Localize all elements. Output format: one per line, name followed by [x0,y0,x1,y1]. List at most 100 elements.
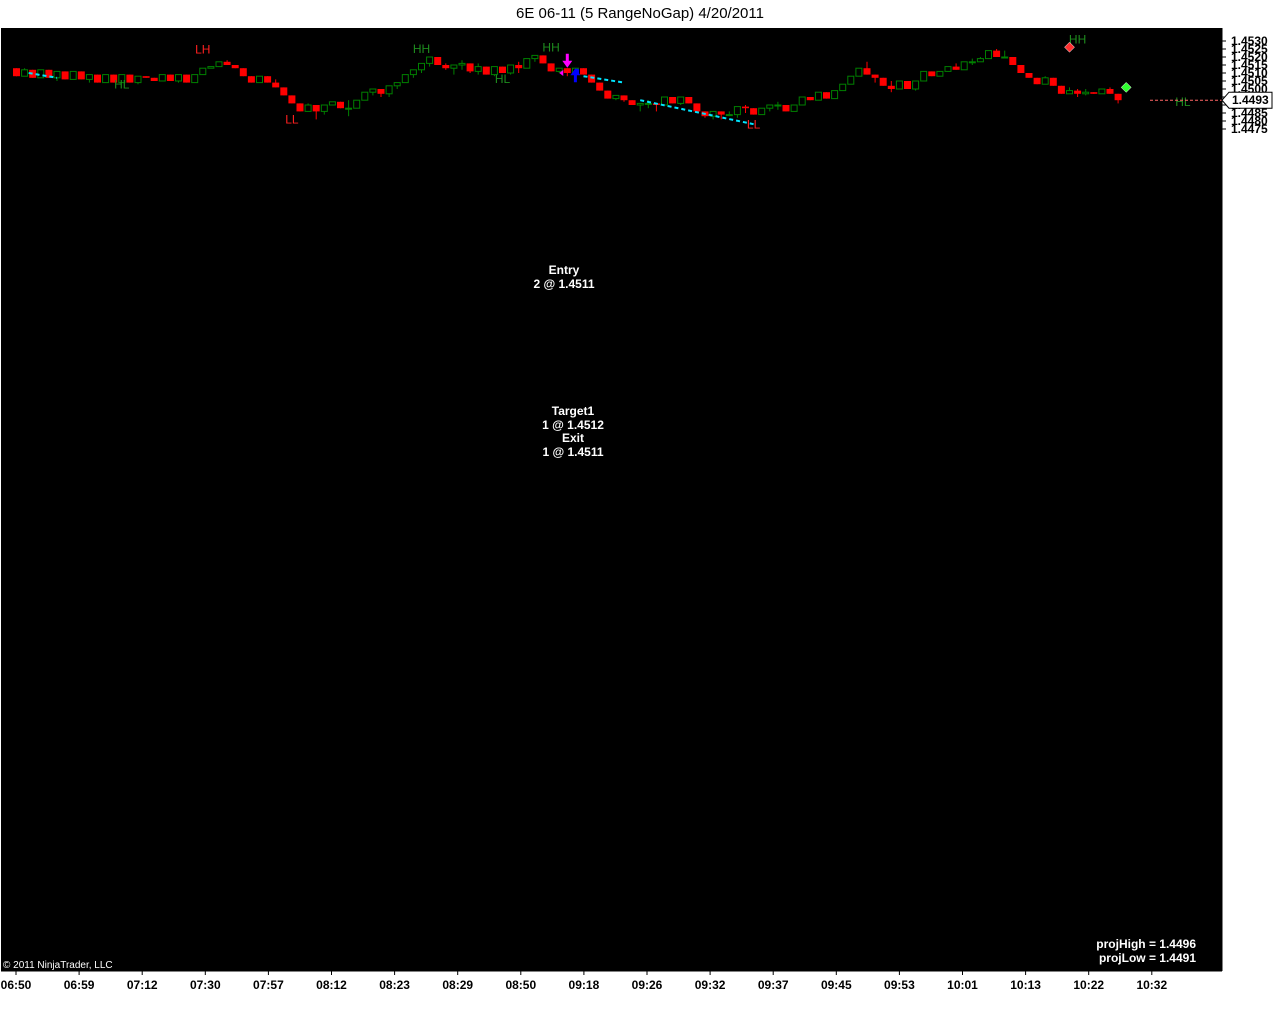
plot-area[interactable] [1,28,1222,971]
candle[interactable] [1009,57,1017,65]
candle[interactable] [928,71,936,77]
candle[interactable] [628,100,636,105]
candle[interactable] [150,77,158,81]
candle[interactable] [1090,92,1098,94]
candle[interactable] [823,92,830,99]
candle[interactable] [944,66,952,72]
candle-body [409,69,417,76]
candle-body [94,74,101,83]
swing-label: HH [413,42,430,56]
candle[interactable] [1049,77,1057,86]
candle[interactable] [750,108,758,115]
candle[interactable] [102,74,110,84]
candle[interactable] [661,96,668,106]
swing-label: HL [114,78,130,92]
candle[interactable] [547,63,555,72]
candle[interactable] [183,74,191,83]
candle[interactable] [847,75,855,85]
candle[interactable] [669,97,677,104]
candle-body [936,70,944,77]
candle[interactable] [790,104,798,112]
candle[interactable] [77,71,85,80]
candle[interactable] [256,75,263,84]
candle[interactable] [539,55,547,64]
candle-body [1049,77,1057,86]
candle[interactable] [831,90,839,100]
candle[interactable] [247,76,255,83]
candle-body [806,97,814,101]
candle[interactable] [401,74,409,84]
candle[interactable] [61,71,69,80]
candle[interactable] [904,81,911,89]
candle[interactable] [782,105,790,112]
candle[interactable] [798,96,806,106]
candle[interactable] [596,82,604,91]
candle[interactable] [912,80,920,91]
x-tick-label: 09:26 [632,978,663,992]
proj-high-label: projHigh = 1.4496 [1096,937,1196,951]
candle[interactable] [337,101,344,109]
candle[interactable] [94,74,101,83]
candle-body [482,66,490,75]
candle[interactable] [353,99,361,109]
candle[interactable] [166,74,174,81]
candle-body [1106,89,1114,94]
candle[interactable] [1033,77,1041,85]
candle[interactable] [21,68,29,77]
candle-body [693,103,701,112]
candle[interactable] [814,91,822,101]
candle[interactable] [604,90,612,99]
candle[interactable] [482,66,490,75]
candle[interactable] [693,103,701,112]
candle[interactable] [434,57,442,65]
candle[interactable] [134,75,142,85]
candle[interactable] [142,76,150,78]
price-chart[interactable]: LHHLLLHH HHHLLLHHHL 1.45301.45251.45201.4… [0,27,1280,1021]
candle[interactable] [207,66,215,69]
candle[interactable] [175,74,182,83]
candle[interactable] [985,50,992,60]
candle[interactable] [1025,73,1033,78]
candle[interactable] [231,65,239,69]
candle[interactable] [895,80,903,90]
x-tick-label: 09:45 [821,978,852,992]
candle-body [944,66,952,72]
candle[interactable] [1057,85,1065,94]
candle[interactable] [523,58,531,69]
candle[interactable] [191,74,199,84]
candle[interactable] [806,97,814,101]
candle-body [150,77,158,81]
candle[interactable] [879,77,887,86]
candle-body [831,90,839,100]
candle[interactable] [199,67,207,76]
candle[interactable] [304,103,312,112]
candle[interactable] [1017,65,1025,73]
candle[interactable] [13,68,20,77]
candle[interactable] [960,61,968,71]
candle[interactable] [296,103,304,112]
candle[interactable] [839,83,847,92]
candle-body [134,75,142,84]
candle-body [239,68,247,77]
candle[interactable] [239,68,247,77]
candle[interactable] [264,76,272,83]
candle[interactable] [361,91,369,101]
x-tick-label: 09:18 [569,978,600,992]
candle[interactable] [677,96,685,105]
swing-label: HL [1175,95,1191,109]
candle[interactable] [1098,88,1106,95]
candle[interactable] [280,87,288,96]
candle[interactable] [215,61,223,68]
candle[interactable] [288,95,296,104]
candle[interactable] [936,70,944,77]
candle[interactable] [920,70,928,82]
candle[interactable] [69,70,77,80]
candle-body [628,100,636,105]
candle[interactable] [1041,76,1049,85]
candle[interactable] [328,101,336,106]
candle[interactable] [580,68,587,75]
candle[interactable] [685,97,693,104]
candle[interactable] [158,74,166,82]
candle[interactable] [758,107,766,116]
candle[interactable] [855,67,863,77]
